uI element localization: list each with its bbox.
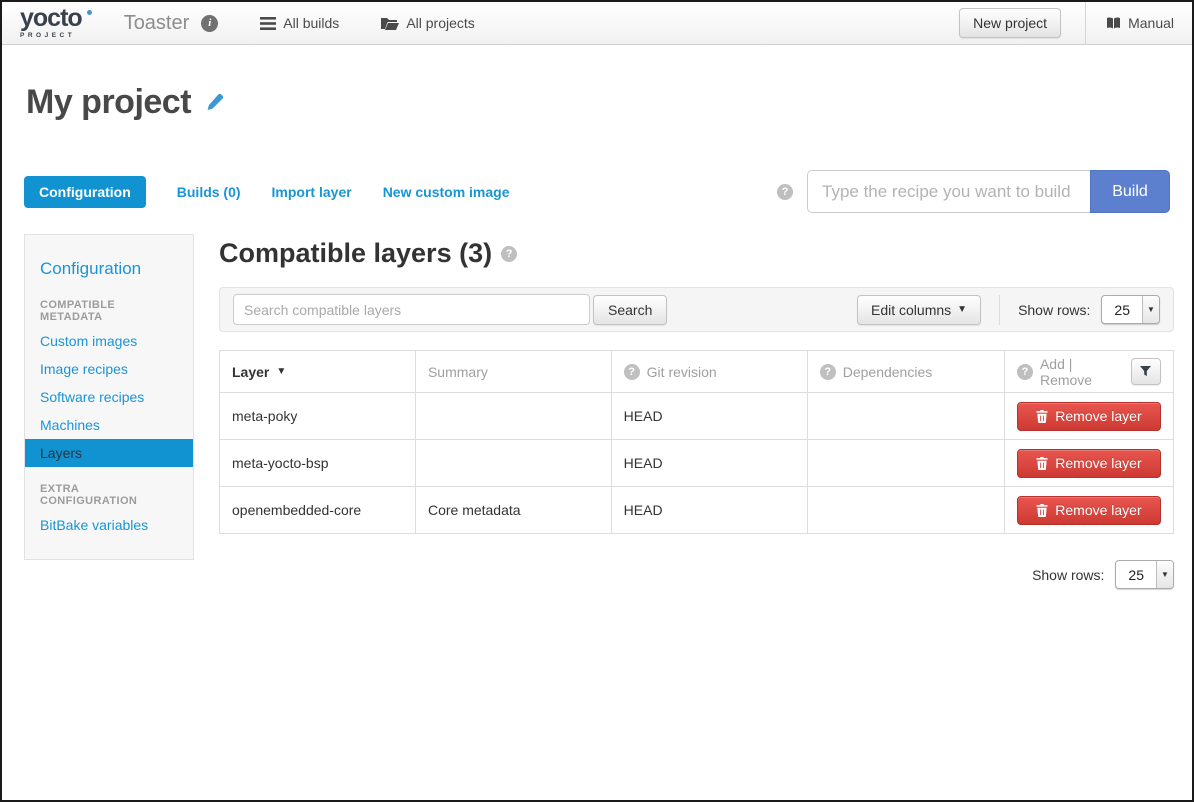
sidebar-item-layers[interactable]: Layers: [25, 439, 193, 467]
column-header-dependencies: ? Dependencies: [807, 351, 1004, 393]
sidebar-item-image-recipes[interactable]: Image recipes: [25, 355, 193, 383]
sidebar-item-bitbake-variables[interactable]: BitBake variables: [25, 511, 193, 539]
nav-all-builds[interactable]: All builds: [260, 15, 339, 31]
sidebar: Configuration COMPATIBLE METADATA Custom…: [24, 234, 194, 560]
dependencies-cell: [807, 440, 1004, 487]
filter-button[interactable]: [1131, 358, 1161, 385]
summary-cell: [415, 393, 611, 440]
page-title-row: My project: [26, 83, 1192, 122]
manual-label: Manual: [1128, 15, 1174, 31]
search-input[interactable]: [233, 294, 590, 325]
top-navbar: yocto PROJECT Toaster i All builds All p…: [2, 2, 1192, 45]
heading-help-icon[interactable]: ?: [501, 246, 517, 262]
new-project-button[interactable]: New project: [959, 8, 1061, 38]
sidebar-item-custom-images[interactable]: Custom images: [25, 327, 193, 355]
compatible-layers-table: Layer ▼ Summary ? Git revision: [219, 350, 1174, 534]
action-cell: Remove layer: [1004, 393, 1173, 440]
trash-icon: [1036, 457, 1048, 470]
tab-builds[interactable]: Builds (0): [177, 184, 241, 200]
show-rows-select[interactable]: 25 ▼: [1101, 295, 1160, 324]
content-area: Configuration COMPATIBLE METADATA Custom…: [24, 234, 1174, 589]
add-remove-help-icon[interactable]: ?: [1017, 364, 1033, 380]
select-arrow-icon: ▼: [1142, 296, 1159, 323]
trash-icon: [1036, 504, 1048, 517]
action-cell: Remove layer: [1004, 440, 1173, 487]
toaster-app-window: yocto PROJECT Toaster i All builds All p…: [0, 0, 1194, 802]
summary-cell: [415, 440, 611, 487]
layer-name-cell: meta-yocto-bsp: [220, 440, 416, 487]
table-row: meta-poky HEAD Remove layer: [220, 393, 1174, 440]
remove-layer-button[interactable]: Remove layer: [1017, 496, 1161, 525]
sidebar-heading-compatible-metadata: COMPATIBLE METADATA: [25, 283, 193, 327]
nav-all-projects-label: All projects: [406, 15, 474, 31]
column-header-git-revision: ? Git revision: [611, 351, 807, 393]
edit-pencil-icon[interactable]: [205, 93, 224, 112]
sidebar-item-machines[interactable]: Machines: [25, 411, 193, 439]
column-header-add-remove: ? Add | Remove: [1004, 351, 1173, 393]
remove-layer-button[interactable]: Remove layer: [1017, 449, 1161, 478]
table-row: meta-yocto-bsp HEAD Remove layer: [220, 440, 1174, 487]
action-cell: Remove layer: [1004, 487, 1173, 534]
filter-funnel-icon: [1140, 366, 1151, 377]
table-footer: Show rows: 25 ▼: [219, 560, 1174, 589]
table-toolbar: Search Edit columns ▼ Show rows: 25 ▼: [219, 287, 1174, 332]
select-arrow-icon: ▼: [1156, 561, 1173, 588]
git-revision-cell: HEAD: [611, 393, 807, 440]
info-icon[interactable]: i: [201, 15, 218, 32]
manual-link[interactable]: Manual: [1106, 15, 1174, 31]
search-button[interactable]: Search: [593, 295, 667, 325]
dependencies-cell: [807, 487, 1004, 534]
build-help-icon[interactable]: ?: [777, 184, 793, 200]
git-revision-cell: HEAD: [611, 487, 807, 534]
tab-import-layer[interactable]: Import layer: [272, 184, 352, 200]
folder-open-icon: [381, 17, 399, 30]
recipe-input[interactable]: [807, 170, 1090, 213]
footer-show-rows-value: 25: [1116, 561, 1156, 588]
column-header-layer[interactable]: Layer ▼: [220, 351, 416, 393]
sort-caret-icon: ▼: [276, 366, 286, 377]
table-header-row: Layer ▼ Summary ? Git revision: [220, 351, 1174, 393]
chevron-down-icon: ▼: [957, 305, 967, 315]
dependencies-help-icon[interactable]: ?: [820, 364, 836, 380]
git-revision-cell: HEAD: [611, 440, 807, 487]
remove-layer-button[interactable]: Remove layer: [1017, 402, 1161, 431]
logo-brand-text: yocto: [20, 6, 82, 31]
logo-dot: [87, 10, 92, 15]
layer-name-cell: meta-poky: [220, 393, 416, 440]
summary-cell: Core metadata: [415, 487, 611, 534]
logo-subtext: PROJECT: [20, 33, 92, 40]
navbar-divider: [1085, 2, 1086, 45]
layer-name-cell: openembedded-core: [220, 487, 416, 534]
column-header-summary: Summary: [415, 351, 611, 393]
section-heading: Compatible layers (3) ?: [219, 238, 1174, 269]
trash-icon: [1036, 410, 1048, 423]
yocto-logo[interactable]: yocto PROJECT: [20, 6, 92, 40]
show-rows-value: 25: [1102, 296, 1142, 323]
footer-show-rows-label: Show rows:: [1032, 567, 1104, 583]
nav-all-builds-label: All builds: [283, 15, 339, 31]
page-title: My project: [26, 83, 191, 122]
toolbar-divider: [999, 295, 1000, 325]
project-tabs-row: Configuration Builds (0) Import layer Ne…: [24, 170, 1170, 213]
builds-list-icon: [260, 17, 276, 30]
build-bar: ? Build: [777, 170, 1170, 213]
git-revision-help-icon[interactable]: ?: [624, 364, 640, 380]
nav-all-projects[interactable]: All projects: [381, 15, 474, 31]
main-panel: Compatible layers (3) ? Search Edit colu…: [219, 234, 1174, 589]
dependencies-cell: [807, 393, 1004, 440]
show-rows-label: Show rows:: [1018, 302, 1090, 318]
section-heading-text: Compatible layers (3): [219, 238, 492, 269]
build-button[interactable]: Build: [1090, 170, 1170, 213]
sidebar-item-software-recipes[interactable]: Software recipes: [25, 383, 193, 411]
edit-columns-label: Edit columns: [871, 302, 951, 318]
edit-columns-button[interactable]: Edit columns ▼: [857, 295, 981, 325]
sidebar-heading-extra-configuration: EXTRA CONFIGURATION: [25, 467, 193, 511]
book-icon: [1106, 17, 1121, 30]
table-row: openembedded-core Core metadata HEAD Rem…: [220, 487, 1174, 534]
app-title: Toaster: [124, 12, 190, 35]
tab-configuration[interactable]: Configuration: [24, 176, 146, 208]
tab-new-custom-image[interactable]: New custom image: [383, 184, 510, 200]
footer-show-rows-select[interactable]: 25 ▼: [1115, 560, 1174, 589]
sidebar-item-configuration[interactable]: Configuration: [25, 249, 193, 283]
